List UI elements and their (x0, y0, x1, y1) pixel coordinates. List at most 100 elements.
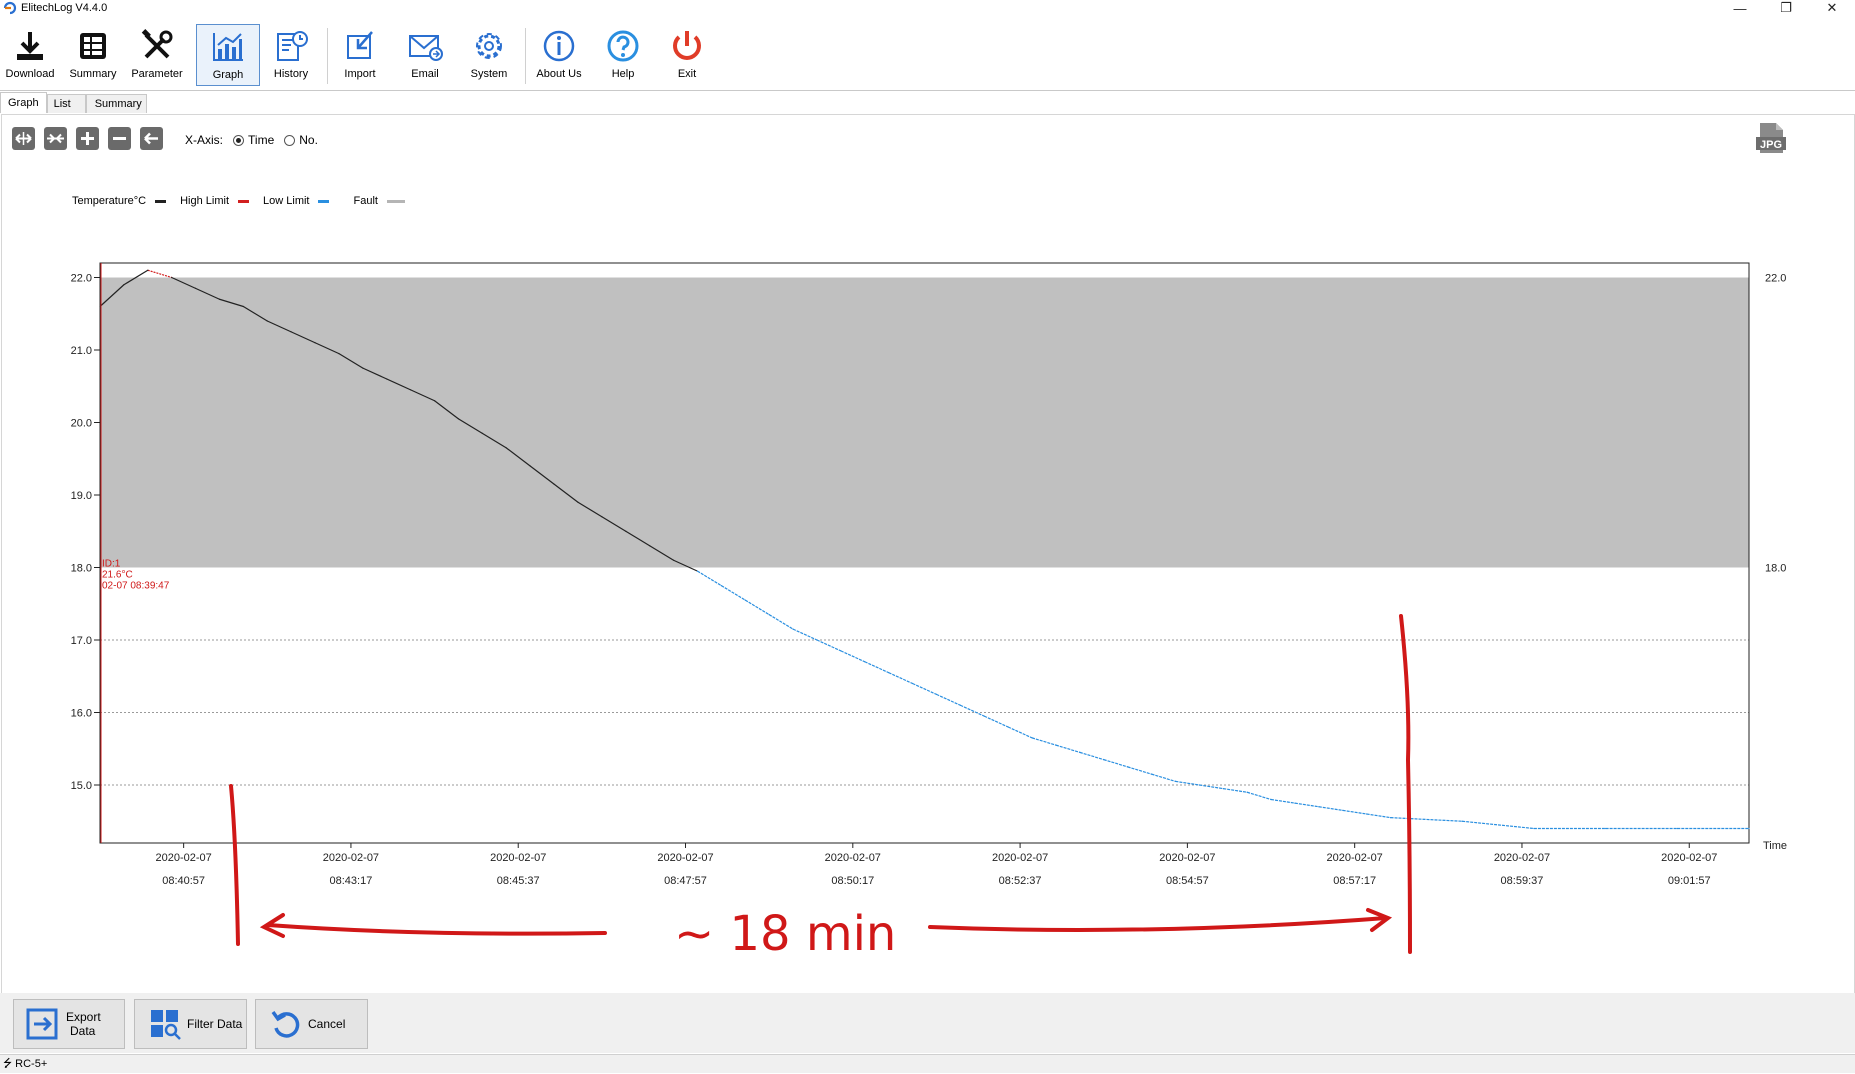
close-button[interactable]: ✕ (1809, 0, 1855, 16)
minimize-button[interactable]: — (1717, 0, 1763, 16)
summary-button[interactable]: Summary (63, 24, 123, 86)
data-point (768, 614, 770, 616)
download-label: Download (5, 68, 55, 80)
download-button[interactable]: Download (0, 24, 60, 86)
data-point (410, 389, 412, 391)
cursor-id-label: ID:1 (102, 559, 121, 570)
temperature-chart[interactable]: 22.0 21.0 20.0 19.0 18.0 17.0 16.0 15.0 22.0 18.0… (2, 115, 1854, 993)
data-point (481, 432, 483, 434)
temperature-segment (936, 693, 961, 706)
x-tick-time: 08:54:57 (1166, 875, 1209, 887)
history-button[interactable]: History (261, 24, 321, 86)
x-tick-time: 08:40:57 (162, 875, 205, 887)
data-point (123, 284, 125, 286)
email-button[interactable]: Email (395, 24, 455, 86)
x-tick-date: 2020-02-07 (1661, 852, 1717, 864)
system-label: System (470, 68, 508, 80)
x-tick-date: 2020-02-07 (825, 852, 881, 864)
data-point (386, 378, 388, 380)
history-icon (277, 31, 308, 61)
graph-label: Graph (212, 69, 244, 81)
temperature-segment (1007, 726, 1033, 739)
export-data-button[interactable]: Export Data (13, 999, 125, 1049)
help-label: Help (611, 68, 635, 80)
data-point (1461, 820, 1463, 822)
system-button[interactable]: System (459, 24, 519, 86)
data-point (1533, 827, 1535, 830)
data-point (147, 269, 149, 271)
x-tick-date: 2020-02-07 (1494, 852, 1550, 864)
import-label: Import (344, 68, 376, 80)
data-point (1748, 827, 1750, 830)
data-point (242, 305, 244, 308)
data-point (1366, 813, 1368, 815)
temperature-segment (1462, 820, 1534, 830)
cancel-label: Cancel (308, 1017, 346, 1031)
history-label: History (273, 68, 309, 80)
temperature-segment (1079, 751, 1104, 761)
restore-button[interactable]: ❐ (1763, 0, 1809, 16)
x-axis-title: Time (1763, 840, 1787, 852)
help-button[interactable]: Help (593, 24, 653, 86)
temperature-segment (816, 639, 842, 652)
import-button[interactable]: Import (330, 24, 390, 86)
data-point (816, 639, 818, 641)
data-point (625, 530, 627, 532)
data-point (457, 418, 460, 420)
exit-button[interactable]: Exit (657, 24, 717, 86)
y-tick-label: 22.0 (71, 273, 92, 285)
x-tick-time: 08:45:37 (497, 875, 540, 887)
toolbar-separator (327, 28, 328, 84)
about-us-button[interactable]: About Us (529, 24, 589, 86)
graph-button[interactable]: Graph (196, 24, 260, 86)
temperature-segment (147, 269, 172, 279)
filter-data-button[interactable]: Filter Data (134, 999, 247, 1049)
temperature-segment (1031, 737, 1057, 746)
data-point (433, 400, 436, 402)
summary-label: Summary (69, 68, 117, 80)
right-axis-label: 18.0 (1765, 563, 1786, 575)
window-title: ElitechLog V4.4.0 (21, 2, 108, 14)
x-tick-date: 2020-02-07 (323, 852, 379, 864)
tab-summary[interactable]: Summary (85, 94, 147, 113)
import-icon (347, 31, 373, 59)
x-tick-date: 2020-02-07 (992, 852, 1048, 864)
data-point (1127, 766, 1129, 768)
title-bar: ElitechLog V4.4.0 — ❐ ✕ (0, 0, 1855, 16)
data-point (911, 682, 914, 685)
x-tick-time: 08:50:17 (831, 875, 874, 887)
temperature-segment (1127, 766, 1152, 775)
x-tick-time: 08:57:17 (1333, 875, 1376, 887)
toolbar-separator (525, 28, 526, 84)
x-tick-date: 2020-02-07 (657, 852, 713, 864)
data-point (1676, 827, 1678, 830)
temperature-segment (744, 599, 770, 616)
status-bar: ⭍ RC-5+ (0, 1054, 1855, 1073)
cancel-button[interactable]: Cancel (255, 999, 368, 1049)
about-us-label: About Us (536, 68, 582, 80)
device-model: RC-5+ (15, 1058, 48, 1070)
app-logo-icon (3, 1, 17, 15)
temperature-segment (1199, 784, 1224, 790)
data-point (696, 570, 699, 572)
tab-graph[interactable]: Graph (0, 92, 47, 113)
help-icon (607, 30, 639, 62)
data-point (218, 298, 221, 300)
temperature-segment (1246, 791, 1272, 801)
summary-icon (80, 33, 106, 59)
data-point (888, 672, 890, 674)
data-point (649, 545, 651, 547)
temperature-segment (912, 682, 937, 695)
parameter-button[interactable]: Parameter (127, 24, 187, 86)
data-point (529, 465, 531, 467)
temperature-segment (1366, 813, 1391, 819)
data-point (1342, 809, 1344, 811)
data-point (720, 585, 722, 587)
tab-list[interactable]: List (46, 94, 86, 113)
export-label-line2: Data (70, 1024, 96, 1038)
temperature-segment (888, 672, 913, 685)
data-point (983, 715, 985, 717)
data-point (314, 342, 316, 344)
export-data-label: Export Data (66, 1010, 101, 1038)
x-tick-time: 08:59:37 (1501, 875, 1544, 887)
